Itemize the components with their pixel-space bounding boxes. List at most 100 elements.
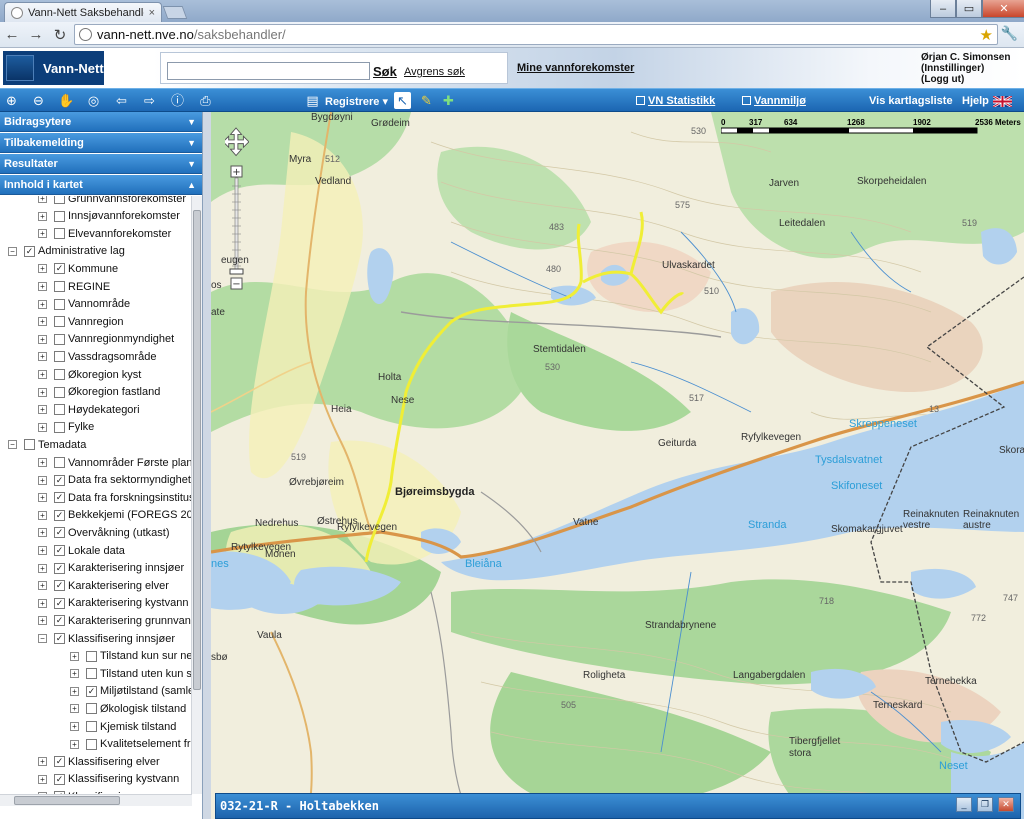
- layer-checkbox[interactable]: [54, 316, 65, 328]
- waterbody-info-panel[interactable]: 032-21-R - Holtabekken _ ❐ ✕: [215, 793, 1021, 819]
- expand-icon[interactable]: +: [70, 722, 79, 731]
- pan-arrows-icon[interactable]: + −: [225, 126, 249, 296]
- layer-checkbox[interactable]: [54, 457, 65, 468]
- expand-icon[interactable]: +: [38, 352, 47, 362]
- layer-tree-item[interactable]: + Innsjøvannforekomster: [38, 208, 180, 225]
- accordion-bidragsytere[interactable]: Bidragsytere ▼: [0, 112, 202, 132]
- page-info-icon[interactable]: [79, 28, 92, 41]
- expand-icon[interactable]: +: [38, 563, 47, 573]
- map-canvas[interactable]: + − 0 317 634 1268 1902 2536 Meters Bygd…: [211, 112, 1024, 819]
- bookmark-star-icon[interactable]: ★: [980, 26, 993, 44]
- layer-tree-item[interactable]: − ✓ Klassifisering innsjøer: [38, 630, 175, 647]
- previous-extent-icon[interactable]: ⇦: [113, 92, 130, 109]
- expand-icon[interactable]: +: [38, 598, 47, 608]
- layer-tree-item[interactable]: + Vannområder Første planfase: [38, 454, 192, 471]
- expand-icon[interactable]: +: [38, 510, 47, 520]
- expand-icon[interactable]: +: [70, 669, 79, 679]
- panel-restore-button[interactable]: ❐: [977, 797, 993, 812]
- layer-tree-item[interactable]: + Fylke: [38, 419, 94, 436]
- layer-checkbox[interactable]: [24, 439, 35, 451]
- expand-icon[interactable]: +: [38, 211, 47, 221]
- layer-tree-item[interactable]: + ✓ Klassifisering kystvann: [38, 771, 179, 788]
- layer-tree-item[interactable]: + ✓Data fra forskningsinstitusjoner: [38, 489, 192, 506]
- refine-search-link[interactable]: Avgrens søk: [404, 66, 465, 78]
- zoom-extent-icon[interactable]: ◎: [85, 92, 102, 109]
- help-link[interactable]: Hjelp: [962, 95, 989, 107]
- search-input[interactable]: [167, 62, 370, 80]
- search-button[interactable]: Søk: [373, 64, 397, 79]
- layer-tree-item[interactable]: − ✓ Administrative lag: [8, 243, 125, 260]
- layer-checkbox[interactable]: [54, 404, 65, 416]
- edit-pencil-icon[interactable]: ✎: [418, 92, 435, 109]
- layer-checkbox[interactable]: [54, 210, 65, 222]
- layer-tree-item[interactable]: + REGINE: [38, 278, 110, 295]
- expand-icon[interactable]: +: [38, 264, 47, 274]
- layer-tree-item[interactable]: + Kjemisk tilstand: [70, 718, 176, 735]
- layer-tree-item[interactable]: + Vannområde: [38, 296, 130, 313]
- expand-icon[interactable]: +: [38, 317, 47, 327]
- expand-icon[interactable]: +: [38, 581, 47, 591]
- window-maximize-button[interactable]: ▭: [956, 0, 982, 18]
- expand-icon[interactable]: +: [38, 229, 47, 239]
- panel-close-button[interactable]: ✕: [998, 797, 1014, 812]
- forward-icon[interactable]: →: [24, 24, 48, 46]
- layer-tree-item[interactable]: + Vassdragsområde: [38, 348, 156, 365]
- layer-tree-item[interactable]: + ✓ Kommune: [38, 260, 118, 277]
- layer-checkbox[interactable]: ✓: [54, 580, 65, 592]
- expand-icon[interactable]: +: [38, 546, 47, 555]
- browser-tab[interactable]: Vann-Nett Saksbehandler ×: [4, 2, 162, 22]
- expand-icon[interactable]: +: [38, 475, 47, 485]
- layer-tree-item[interactable]: + Økologisk tilstand: [70, 700, 186, 717]
- scrollbar-thumb[interactable]: [14, 796, 120, 805]
- layer-tree-item[interactable]: + ✓ Karakterisering elver: [38, 577, 169, 594]
- layer-checkbox[interactable]: ✓: [86, 685, 97, 697]
- layer-checkbox[interactable]: ✓: [54, 545, 65, 556]
- window-minimize-button[interactable]: –: [930, 0, 956, 18]
- layer-tree-item[interactable]: + ✓Bekkekjemi (FOREGS 2008): [38, 507, 192, 524]
- layer-checkbox[interactable]: ✓: [24, 245, 35, 257]
- layer-checkbox[interactable]: [54, 369, 65, 380]
- expand-icon[interactable]: +: [70, 739, 79, 749]
- info-icon[interactable]: ⓘ: [169, 92, 186, 109]
- layer-checkbox[interactable]: [54, 333, 65, 345]
- layer-checkbox[interactable]: [54, 196, 65, 204]
- layer-tree-item[interactable]: + Vannregion: [38, 313, 123, 330]
- collapse-icon[interactable]: −: [8, 440, 17, 450]
- expand-icon[interactable]: +: [38, 493, 47, 503]
- layer-tree-item[interactable]: + Økoregion fastland: [38, 384, 160, 401]
- zoom-in-icon[interactable]: ⊕: [3, 92, 20, 109]
- layer-checkbox[interactable]: ✓: [54, 509, 65, 521]
- layer-checkbox[interactable]: [54, 281, 65, 292]
- layer-tree-item[interactable]: + ✓ Lokale data: [38, 542, 125, 559]
- layer-tree-item[interactable]: + ✓ Karakterisering innsjøer: [38, 560, 184, 577]
- address-bar[interactable]: vann-nett.nve.no/saksbehandler/ ★: [74, 24, 998, 45]
- add-object-icon[interactable]: ✚: [440, 92, 457, 109]
- expand-icon[interactable]: +: [38, 334, 47, 344]
- layer-tree-item[interactable]: + ✓ Karakterisering grunnvann: [38, 612, 192, 629]
- vn-statistics-link[interactable]: VN Statistikk: [636, 95, 715, 107]
- collapse-icon[interactable]: −: [8, 246, 17, 256]
- print-icon[interactable]: ⎙: [197, 92, 214, 109]
- expand-icon[interactable]: +: [38, 422, 47, 432]
- layer-checkbox[interactable]: ✓: [54, 756, 65, 768]
- layer-checkbox[interactable]: ✓: [54, 263, 65, 275]
- tab-close-icon[interactable]: ×: [149, 7, 155, 19]
- window-close-button[interactable]: ✕: [982, 0, 1024, 18]
- next-extent-icon[interactable]: ⇨: [141, 92, 158, 109]
- layer-checkbox[interactable]: [54, 228, 65, 240]
- scrollbar-thumb[interactable]: [193, 210, 201, 690]
- layer-tree-item[interactable]: + ✓ Overvåkning (utkast): [38, 524, 169, 541]
- zoom-out-icon[interactable]: ⊖: [30, 92, 47, 109]
- layer-tree-item[interactable]: + ✓ Klassifisering elver: [38, 753, 160, 770]
- expand-icon[interactable]: +: [38, 405, 47, 415]
- reload-icon[interactable]: ↻: [48, 24, 72, 46]
- layer-checkbox[interactable]: ✓: [54, 474, 65, 486]
- layer-tree-vertical-scrollbar[interactable]: [191, 196, 202, 794]
- new-tab-button[interactable]: [162, 6, 188, 19]
- layer-checkbox[interactable]: ✓: [54, 492, 65, 504]
- layer-checkbox[interactable]: [86, 721, 97, 732]
- layer-checkbox[interactable]: [54, 298, 65, 310]
- layer-tree-item[interactable]: + Høydekategori: [38, 401, 140, 418]
- collapse-icon[interactable]: −: [38, 634, 47, 643]
- uk-flag-icon[interactable]: [993, 96, 1012, 107]
